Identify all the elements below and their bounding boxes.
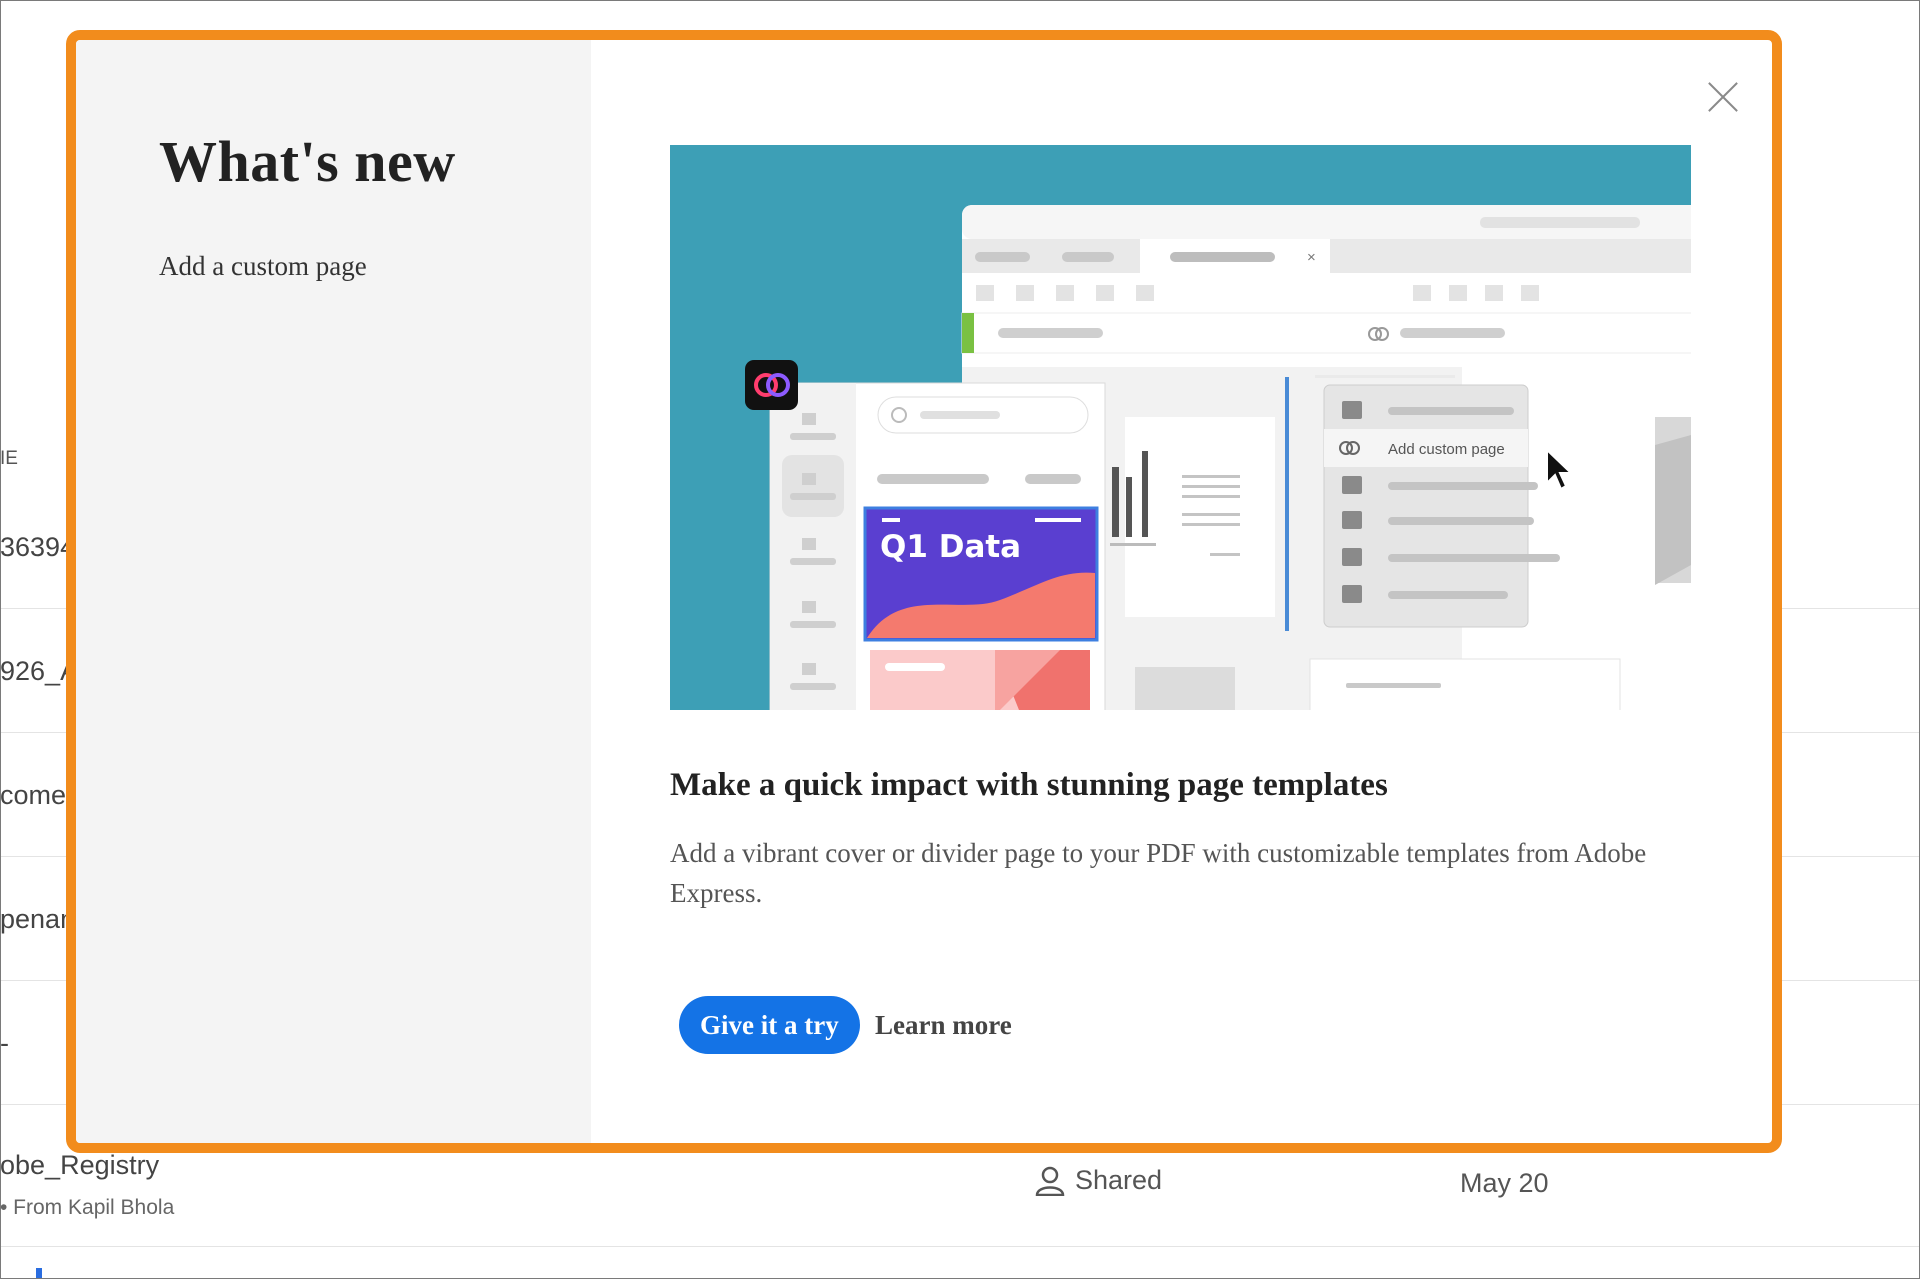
column-header: IE <box>0 448 18 469</box>
person-icon <box>1035 1166 1065 1196</box>
q1-data-card-title: Q1 Data <box>880 529 1021 565</box>
illustration-graphic: × Add custom page Q1 Data <box>670 145 1691 710</box>
dialog-title: What's new <box>159 129 456 194</box>
file-date: May 20 <box>1460 1168 1549 1198</box>
file-name: obe_Registry <box>0 1150 160 1180</box>
sidebar-item-add-custom-page[interactable]: Add a custom page <box>159 251 591 282</box>
whats-new-dialog: What's new Add a custom page × Add custo… <box>66 30 1782 1153</box>
file-name: come <box>0 780 67 810</box>
shared-label: Shared <box>1075 1165 1163 1195</box>
menu-item-add-custom-page: Add custom page <box>1388 441 1505 458</box>
feature-headline: Make a quick impact with stunning page t… <box>670 767 1388 803</box>
dialog-content: × Add custom page Q1 Data Make a quick i… <box>591 40 1772 1143</box>
whats-new-sidebar: What's new Add a custom page <box>76 40 591 1143</box>
shared-status: Shared <box>1035 1165 1162 1196</box>
file-sender: • From Kapil Bhola <box>0 1196 175 1219</box>
file-name: - <box>0 1028 9 1058</box>
feature-illustration: × Add custom page Q1 Data <box>670 145 1691 710</box>
learn-more-link[interactable]: Learn more <box>875 1010 1012 1041</box>
tab-close-glyph: × <box>1307 249 1316 266</box>
row-indicator <box>36 1268 42 1279</box>
feature-description: Add a vibrant cover or divider page to y… <box>670 838 1647 908</box>
give-it-a-try-button[interactable]: Give it a try <box>679 996 860 1054</box>
close-icon[interactable] <box>1706 80 1740 114</box>
